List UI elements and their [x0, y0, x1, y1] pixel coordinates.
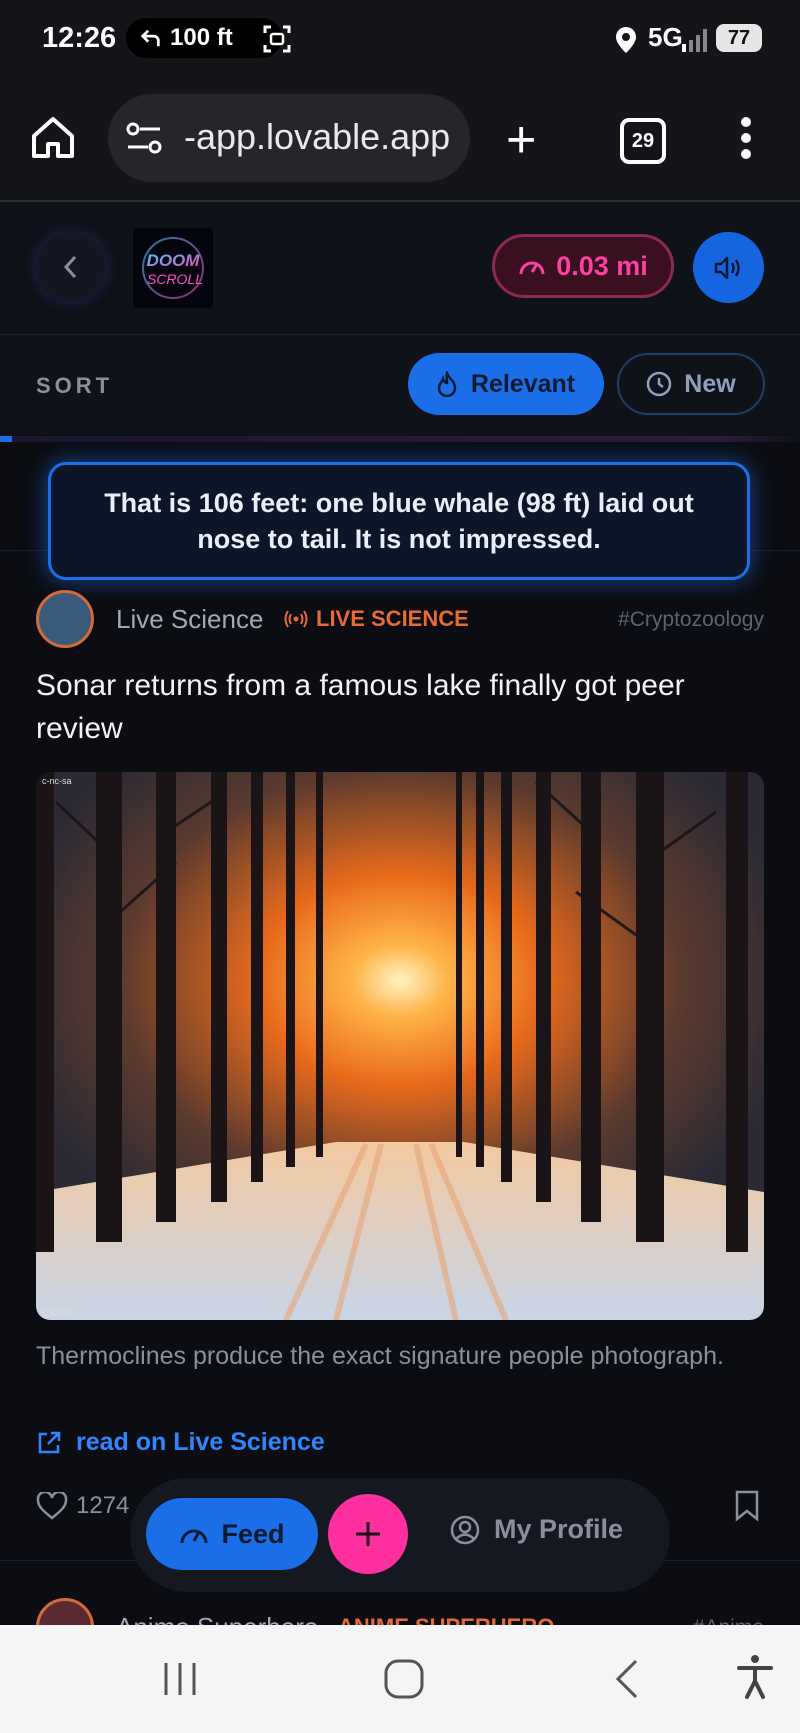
- speaker-icon: [714, 256, 740, 279]
- battery-indicator: 77: [716, 24, 762, 52]
- post-headline[interactable]: Sonar returns from a famous lake finally…: [36, 664, 736, 750]
- sort-bar: SORT Relevant New: [0, 335, 800, 435]
- clock-icon: [647, 371, 672, 397]
- status-pill-text: 100 ft: [170, 24, 233, 51]
- chevron-left-icon: [63, 255, 77, 279]
- sound-toggle-button[interactable]: [693, 232, 764, 303]
- next-post-source[interactable]: Anime Superhero: [116, 1612, 318, 1625]
- status-bar: 12:26 100 ft 5G 77: [0, 0, 800, 80]
- source-badge-label: LIVE SCIENCE: [316, 606, 469, 631]
- plus-icon: [356, 1522, 380, 1546]
- home-button-icon[interactable]: [382, 1657, 426, 1701]
- sort-relevant-button[interactable]: Relevant: [408, 353, 604, 415]
- site-settings-icon[interactable]: [124, 118, 164, 158]
- home-icon[interactable]: [30, 114, 76, 160]
- more-menu-icon[interactable]: [736, 116, 756, 160]
- screen-capture-icon: [263, 25, 291, 53]
- external-link-icon: [38, 1431, 61, 1453]
- system-nav-bar: [0, 1625, 800, 1733]
- source-avatar[interactable]: [36, 590, 94, 648]
- feed: That is 106 feet: one blue whale (98 ft)…: [0, 442, 800, 1625]
- next-source-avatar[interactable]: [36, 1598, 94, 1625]
- browser-toolbar: -app.lovable.app + 29: [0, 80, 800, 202]
- distance-value: 0.03 mi: [556, 250, 648, 281]
- turn-left-arrow-icon: [140, 29, 160, 47]
- status-pill: 100 ft: [126, 18, 282, 58]
- svg-text:SCROLL: SCROLL: [147, 271, 203, 287]
- sort-new-label: New: [684, 369, 736, 398]
- post-image[interactable]: c-nc-sa Cacho8: [36, 772, 764, 1320]
- sort-label: SORT: [36, 373, 114, 398]
- nav-feed-label: Feed: [221, 1518, 285, 1549]
- app-logo: DOOM SCROLL: [133, 228, 213, 308]
- svg-text:c-nc-sa: c-nc-sa: [42, 776, 72, 786]
- system-back-icon[interactable]: [612, 1657, 642, 1701]
- post-source[interactable]: Live Science: [116, 604, 263, 635]
- network-type: 5G: [648, 22, 683, 52]
- like-button[interactable]: 1274: [36, 1492, 129, 1520]
- bottom-nav: Feed My Profile: [130, 1478, 670, 1592]
- user-circle-icon: [450, 1515, 480, 1544]
- nav-profile-button[interactable]: My Profile: [450, 1514, 623, 1545]
- next-post-tag[interactable]: #Anime: [693, 1616, 764, 1625]
- sort-relevant-label: Relevant: [470, 369, 576, 398]
- read-source-link[interactable]: read on Live Science: [36, 1428, 325, 1457]
- speedometer-icon: [180, 1529, 208, 1544]
- nav-feed-button[interactable]: Feed: [146, 1498, 318, 1570]
- add-post-button[interactable]: [328, 1494, 408, 1574]
- app-header: DOOM SCROLL 0.03 mi: [0, 202, 800, 335]
- like-count: 1274: [76, 1492, 130, 1519]
- address-bar[interactable]: -app.lovable.app: [108, 94, 470, 182]
- speedometer-icon: [519, 261, 545, 275]
- tab-switcher-button[interactable]: 29: [620, 118, 666, 164]
- signal-icon: [682, 29, 707, 52]
- url-text[interactable]: -app.lovable.app: [184, 116, 450, 158]
- next-source-badge: ANIME SUPERHERO: [338, 1614, 554, 1625]
- location-icon: [616, 27, 636, 53]
- broadcast-icon: [284, 610, 308, 628]
- post-caption: Thermoclines produce the exact signature…: [36, 1342, 724, 1370]
- sort-new-button[interactable]: New: [617, 353, 765, 415]
- heart-icon: [36, 1492, 68, 1520]
- svg-text:Cacho8: Cacho8: [42, 1308, 73, 1318]
- recent-apps-icon[interactable]: [160, 1659, 200, 1699]
- source-badge: LIVE SCIENCE: [284, 606, 469, 632]
- toast-message: That is 106 feet: one blue whale (98 ft)…: [48, 462, 750, 580]
- status-time: 12:26: [42, 22, 117, 54]
- post-tag[interactable]: #Cryptozoology: [618, 608, 764, 632]
- bookmark-icon[interactable]: [734, 1490, 760, 1522]
- flame-icon: [437, 371, 457, 397]
- back-button[interactable]: [36, 232, 106, 302]
- svg-text:DOOM: DOOM: [147, 251, 201, 270]
- accessibility-icon[interactable]: [736, 1653, 774, 1701]
- nav-profile-label: My Profile: [494, 1514, 624, 1544]
- new-tab-icon[interactable]: +: [506, 114, 536, 166]
- read-source-label: read on Live Science: [76, 1428, 325, 1456]
- distance-badge[interactable]: 0.03 mi: [492, 234, 674, 298]
